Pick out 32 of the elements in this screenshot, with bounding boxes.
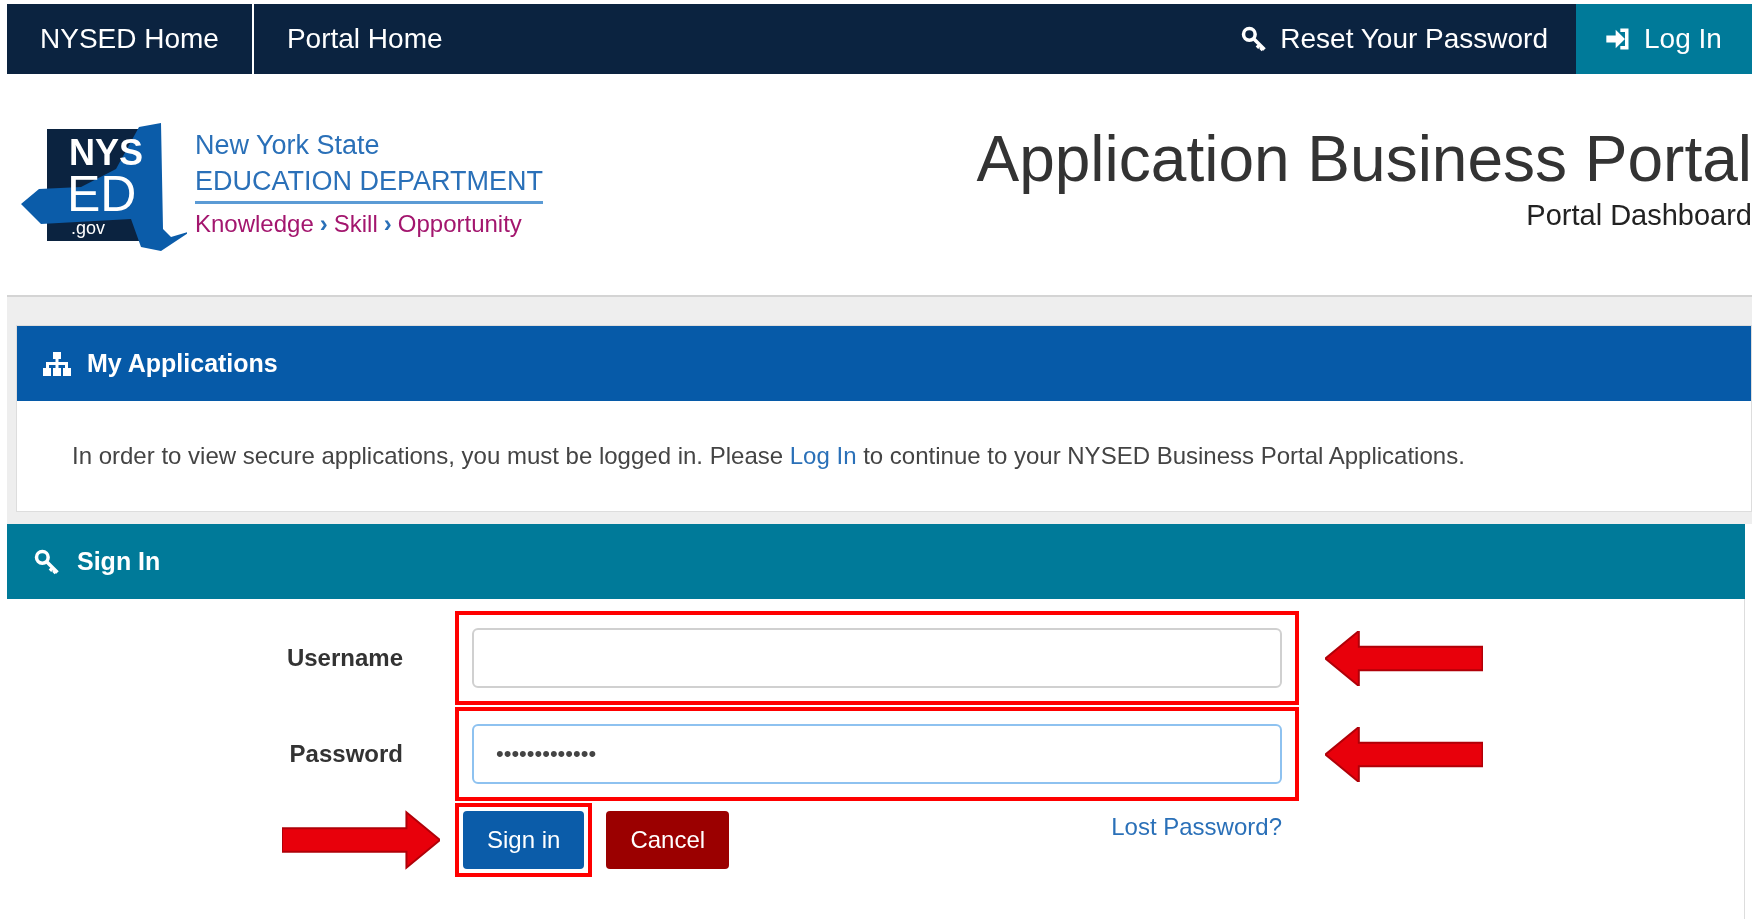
input-field[interactable] [472,628,1282,688]
nav-link[interactable]: Portal Home [253,4,476,74]
panel-title: My Applications [87,347,278,379]
separator: › [383,209,392,239]
logo-text: ED [67,169,137,219]
tagline-word: Skill [333,209,378,239]
field-label: Username [285,643,404,673]
page-title: Application Business Portal [976,124,1752,194]
separator: › [319,209,328,239]
login-link[interactable]: Log In [1576,4,1752,74]
tagline-word: Opportunity [397,209,522,239]
reset-password-link[interactable]: Reset Your Password [1212,4,1576,74]
sitemap-icon [43,351,71,376]
nav-link[interactable]: NYSED Home [7,4,254,74]
sign-in-button[interactable]: Sign in [463,811,585,869]
input-field[interactable]: ••••••••••••• [472,724,1282,784]
lost-password-link[interactable]: Lost Password? [1111,809,1282,845]
field-label: Password [288,739,404,769]
key-icon [33,547,61,576]
logo-title: EDUCATION DEPARTMENT [195,163,544,204]
logo-title: New York State [195,129,381,162]
arrow-icon [282,809,440,871]
panel-title: Sign In [77,545,161,577]
logo-text: NYS [69,135,144,171]
cancel-button[interactable]: Cancel [606,811,730,869]
page-subtitle: Portal Dashboard [1526,198,1752,233]
arrow-icon [1325,726,1483,782]
tagline-word: Knowledge [195,209,314,239]
arrow-icon [1325,630,1483,686]
login-message: In order to view secure applications, you must be logged in. Please Log In to continue to your NYSED Business Portal Applications. [72,441,1465,471]
login-link[interactable]: Log In [789,442,857,469]
logo-text: .gov [71,219,106,237]
